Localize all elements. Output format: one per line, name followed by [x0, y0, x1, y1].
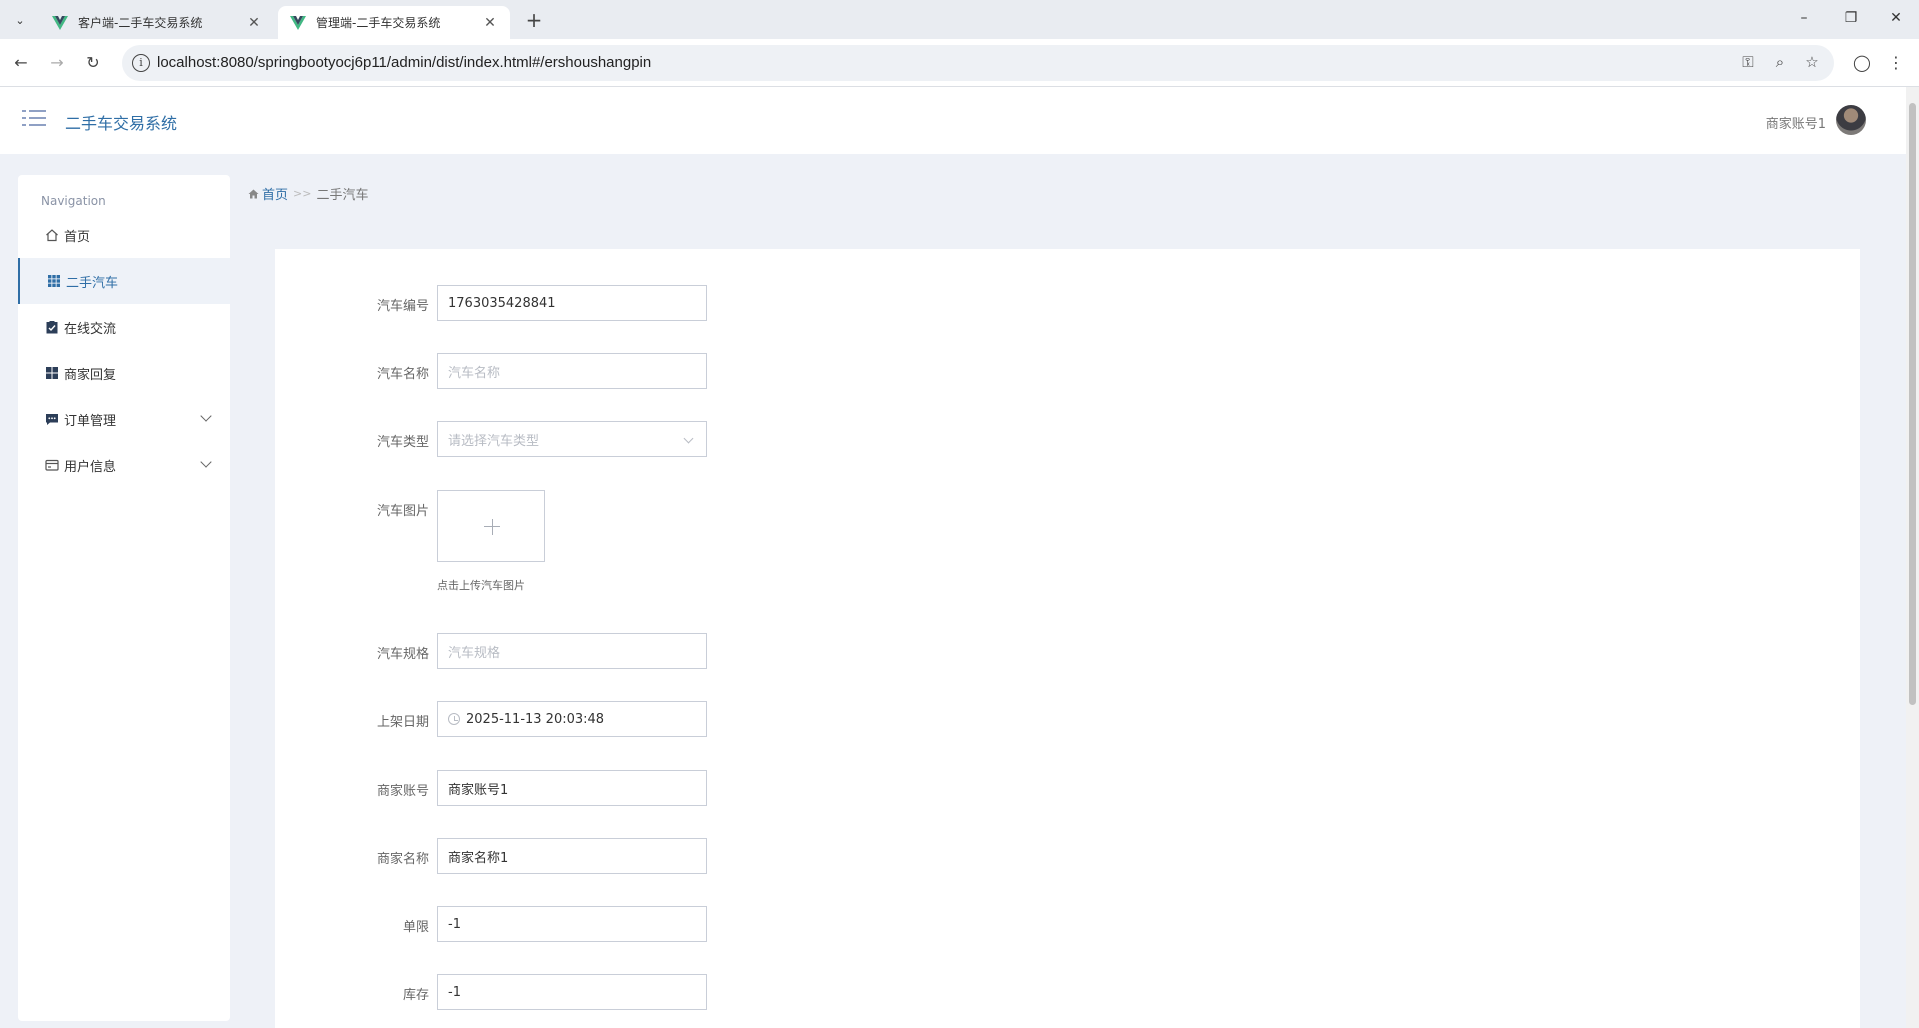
breadcrumb-home-link[interactable]: 首页: [262, 184, 288, 203]
app-title: 二手车交易系统: [65, 114, 178, 133]
tab-title: 管理端-二手车交易系统: [316, 16, 441, 30]
form-row-limit: 单限 -1: [275, 906, 1075, 942]
car-spec-label: 汽车规格: [376, 647, 429, 662]
merchant-name-input[interactable]: 商家名称1: [437, 838, 707, 874]
car-type-placeholder: 请选择汽车类型: [448, 433, 540, 449]
sidebar-item-orders[interactable]: 订单管理: [18, 396, 230, 442]
chevron-down-icon: [200, 456, 212, 468]
sidebar-item-home[interactable]: 首页: [18, 212, 230, 258]
address-bar[interactable]: i localhost:8080/springbootyocj6p11/admi…: [122, 45, 1834, 81]
restore-icon[interactable]: ❐: [1841, 10, 1861, 26]
sidebar-item-user-info[interactable]: 用户信息: [18, 442, 230, 488]
sidebar-item-merchant-reply[interactable]: 商家回复: [18, 350, 230, 396]
clock-icon: [448, 713, 460, 725]
car-spec-input[interactable]: 汽车规格: [437, 633, 707, 669]
form-row-stock: 库存 -1: [275, 974, 1075, 1010]
chevron-down-icon: [200, 410, 212, 422]
sidebar-title: Navigation: [41, 194, 106, 208]
car-type-select[interactable]: 请选择汽车类型: [437, 421, 707, 457]
image-upload-button[interactable]: [437, 490, 545, 562]
sidebar-item-label: 商家回复: [64, 367, 117, 383]
sidebar-item-label: 用户信息: [64, 459, 117, 475]
forward-arrow-icon[interactable]: →: [45, 51, 69, 75]
avatar[interactable]: [1836, 105, 1866, 135]
home-icon: [248, 189, 259, 198]
scrollbar-thumb[interactable]: [1909, 103, 1916, 705]
upload-tip: 点击上传汽车图片: [437, 579, 525, 592]
window-close-icon[interactable]: ✕: [1886, 10, 1906, 26]
sidebar-item-label: 订单管理: [64, 413, 117, 429]
reload-icon[interactable]: ↻: [81, 51, 105, 75]
sidebar-item-online-chat[interactable]: 在线交流: [18, 304, 230, 350]
car-name-label: 汽车名称: [376, 367, 429, 382]
form-row-car-name: 汽车名称 汽车名称: [275, 353, 1075, 389]
sidebar-item-label: 在线交流: [64, 321, 117, 337]
close-icon[interactable]: ✕: [246, 15, 262, 31]
merchant-account-input[interactable]: 商家账号1: [437, 770, 707, 806]
list-date-label: 上架日期: [376, 715, 429, 730]
url-text[interactable]: localhost:8080/springbootyocj6p11/admin/…: [157, 54, 651, 71]
browser-tab-admin[interactable]: 管理端-二手车交易系统 ✕: [278, 6, 510, 39]
sidebar-item-label: 首页: [64, 229, 91, 245]
form-row-merchant-name: 商家名称 商家名称1: [275, 838, 1075, 874]
tiles-icon: [46, 367, 58, 379]
merchant-account-label: 商家账号: [376, 784, 429, 799]
key-icon[interactable]: ⚿: [1738, 53, 1758, 71]
tab-title: 客户端-二手车交易系统: [78, 16, 203, 30]
car-image-label: 汽车图片: [376, 504, 429, 519]
grid-icon: [48, 275, 60, 287]
form-row-car-spec: 汽车规格 汽车规格: [275, 633, 1075, 669]
sidebar: Navigation 首页 二手汽车 在线交流 商家回复 订单管理 用户信息: [18, 175, 230, 1021]
list-date-picker[interactable]: 2025-11-13 20:03:48: [437, 701, 707, 737]
chat-icon: [46, 414, 58, 425]
close-icon[interactable]: ✕: [482, 15, 498, 31]
merchant-name-label: 商家名称: [376, 852, 429, 867]
minimize-icon[interactable]: –: [1794, 10, 1814, 26]
limit-input[interactable]: -1: [437, 906, 707, 942]
form-card: 汽车编号 1763035428841 汽车名称 汽车名称 汽车类型 请选择汽车类…: [275, 249, 1860, 1028]
card-icon: [45, 459, 59, 471]
stock-input[interactable]: -1: [437, 974, 707, 1010]
form-row-car-type: 汽车类型 请选择汽车类型: [275, 421, 1075, 457]
sidebar-item-used-cars[interactable]: 二手汽车: [18, 258, 230, 304]
browser-tab-bar: ⌄ 客户端-二手车交易系统 ✕ 管理端-二手车交易系统 ✕ + – ❐ ✕: [0, 0, 1919, 39]
app-header: 二手车交易系统 商家账号1: [0, 87, 1906, 154]
profile-icon[interactable]: ◯: [1850, 51, 1874, 75]
home-icon: [46, 229, 58, 242]
account-name[interactable]: 商家账号1: [1766, 113, 1826, 132]
breadcrumb: 首页 >> 二手汽车: [248, 184, 368, 203]
form-row-car-image: 汽车图片 点击上传汽车图片: [275, 490, 1075, 600]
car-name-input[interactable]: 汽车名称: [437, 353, 707, 389]
clipboard-icon: [46, 321, 58, 334]
page-scrollbar[interactable]: [1906, 87, 1919, 1028]
limit-label: 单限: [402, 920, 429, 935]
car-type-label: 汽车类型: [376, 435, 429, 450]
browser-toolbar: ← → ↻ i localhost:8080/springbootyocj6p1…: [0, 39, 1919, 87]
form-row-car-no: 汽车编号 1763035428841: [275, 285, 1075, 321]
new-tab-plus-icon[interactable]: +: [522, 8, 546, 32]
menu-kebab-icon[interactable]: ⋮: [1884, 51, 1908, 75]
breadcrumb-current: 二手汽车: [316, 188, 369, 203]
zoom-icon[interactable]: ⌕: [1770, 53, 1790, 71]
tab-search-chevron-icon[interactable]: ⌄: [8, 8, 32, 32]
vue-logo-icon: [290, 15, 306, 30]
chevron-down-icon: [683, 433, 694, 444]
car-no-input[interactable]: 1763035428841: [437, 285, 707, 321]
site-info-icon[interactable]: i: [132, 54, 150, 72]
form-row-merchant-account: 商家账号 商家账号1: [275, 770, 1075, 806]
car-no-label: 汽车编号: [376, 299, 429, 314]
vue-logo-icon: [52, 15, 68, 30]
form-row-list-date: 上架日期 2025-11-13 20:03:48: [275, 701, 1075, 737]
breadcrumb-separator: >>: [293, 187, 312, 200]
star-icon[interactable]: ☆: [1802, 53, 1822, 71]
sidebar-item-label: 二手汽车: [66, 275, 119, 291]
stock-label: 库存: [402, 988, 429, 1003]
list-date-value: 2025-11-13 20:03:48: [466, 711, 605, 727]
back-arrow-icon[interactable]: ←: [9, 51, 33, 75]
browser-tab-client[interactable]: 客户端-二手车交易系统 ✕: [40, 6, 274, 39]
menu-toggle-icon[interactable]: [22, 110, 46, 130]
